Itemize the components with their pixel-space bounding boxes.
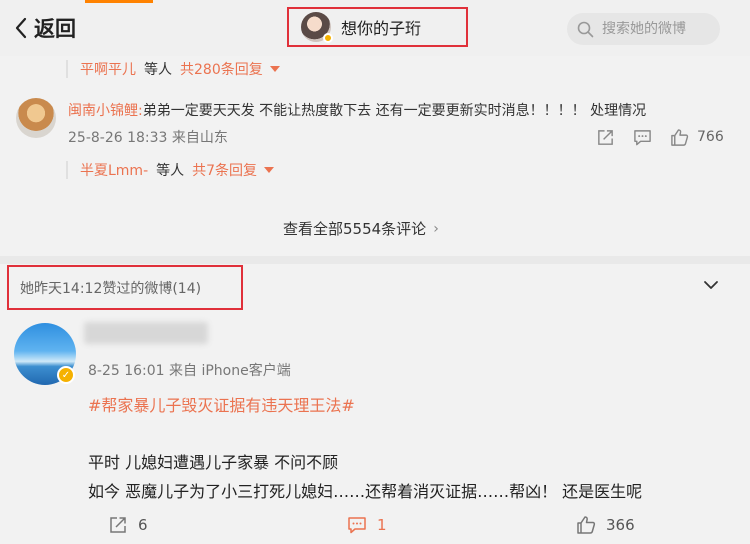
blurred-username[interactable] (84, 322, 208, 344)
section-divider (0, 256, 750, 264)
comment-user[interactable]: 闽南小锦鲤: (68, 103, 143, 119)
triangle-down-icon[interactable] (264, 167, 275, 173)
user-name: 想你的子珩 (341, 19, 422, 38)
repost-count: 6 (138, 516, 148, 534)
verified-badge-icon (323, 33, 333, 43)
triangle-down-icon[interactable] (269, 66, 280, 72)
view-all-label: 查看全部5554条评论 (283, 220, 427, 238)
reply-divider (66, 60, 68, 78)
reply-summary: 半夏Lmm- 等人 共7条回复 (66, 159, 275, 181)
top-accent-bar (85, 0, 153, 3)
view-all-comments-link[interactable]: 查看全部5554条评论 › (283, 218, 439, 239)
chevron-down-icon[interactable] (702, 277, 720, 293)
reply-user[interactable]: 平啊平儿 (80, 59, 136, 79)
liked-posts-header: 她昨天14:12赞过的微博(14) (7, 265, 243, 310)
post-topic-link[interactable]: #帮家暴儿子毁灭证据有违天理王法# (88, 392, 355, 416)
like-button[interactable]: 366 (576, 514, 635, 536)
reply-count-link[interactable]: 共280条回复 (180, 59, 263, 79)
like-icon (577, 516, 596, 534)
comment-meta: 25-8-26 18:33 来自山东 (68, 130, 228, 146)
liked-posts-title: 她昨天14:12赞过的微博(14) (20, 280, 202, 297)
profile-title[interactable]: 想你的子珩 (287, 7, 468, 47)
verified-badge-icon: ✓ (57, 366, 75, 384)
comment-button[interactable]: 1 (347, 514, 387, 536)
post-text-line: 如今 恶魔儿子为了小三打死儿媳妇……还帮着消灭证据……帮凶！ 还是医生呢 (88, 482, 643, 501)
post-text-line: 平时 儿媳妇遭遇儿子家暴 不问不顾 (88, 453, 339, 472)
repost-button[interactable]: 6 (108, 514, 148, 536)
reply-count-link[interactable]: 共7条回复 (192, 160, 257, 180)
post-meta: 8-25 16:01 来自 iPhone客户端 (88, 363, 291, 379)
comment-text: 弟弟一定要天天发 不能让热度散下去 还有一定要更新实时消息！！！！ 处理情况 (142, 103, 647, 119)
comment-icon (348, 517, 366, 534)
like-count: 366 (606, 516, 635, 534)
comment-count: 1 (377, 516, 387, 534)
share-icon (598, 129, 613, 145)
comment-avatar[interactable] (16, 98, 56, 138)
search-icon (577, 21, 594, 37)
reply-user[interactable]: 半夏Lmm- (80, 160, 148, 180)
reply-summary: 平啊平儿 等人 共280条回复 (66, 58, 280, 80)
comment-icon (634, 129, 651, 145)
chevron-left-icon (15, 17, 27, 39)
share-icon (110, 517, 126, 533)
back-button[interactable]: 返回 (14, 14, 76, 42)
comment-like-button[interactable]: 766 (670, 126, 724, 148)
like-icon (671, 128, 689, 146)
comment-reply-button[interactable] (633, 126, 652, 148)
reply-divider (66, 161, 68, 179)
back-label: 返回 (34, 17, 76, 41)
reply-etc: 等人 (156, 163, 185, 179)
post-avatar[interactable]: ✓ (14, 323, 76, 385)
comment-share-button[interactable] (596, 126, 615, 148)
chevron-right-icon: › (433, 220, 439, 237)
reply-etc: 等人 (144, 62, 172, 78)
search-input[interactable] (602, 21, 720, 37)
avatar (301, 12, 333, 43)
top-bar: 返回 想你的子珩 (0, 0, 750, 56)
comment-like-count: 766 (697, 129, 724, 145)
search-box[interactable] (567, 13, 720, 45)
comment-body: 闽南小锦鲤:弟弟一定要天天发 不能让热度散下去 还有一定要更新实时消息！！！！ … (68, 100, 646, 120)
